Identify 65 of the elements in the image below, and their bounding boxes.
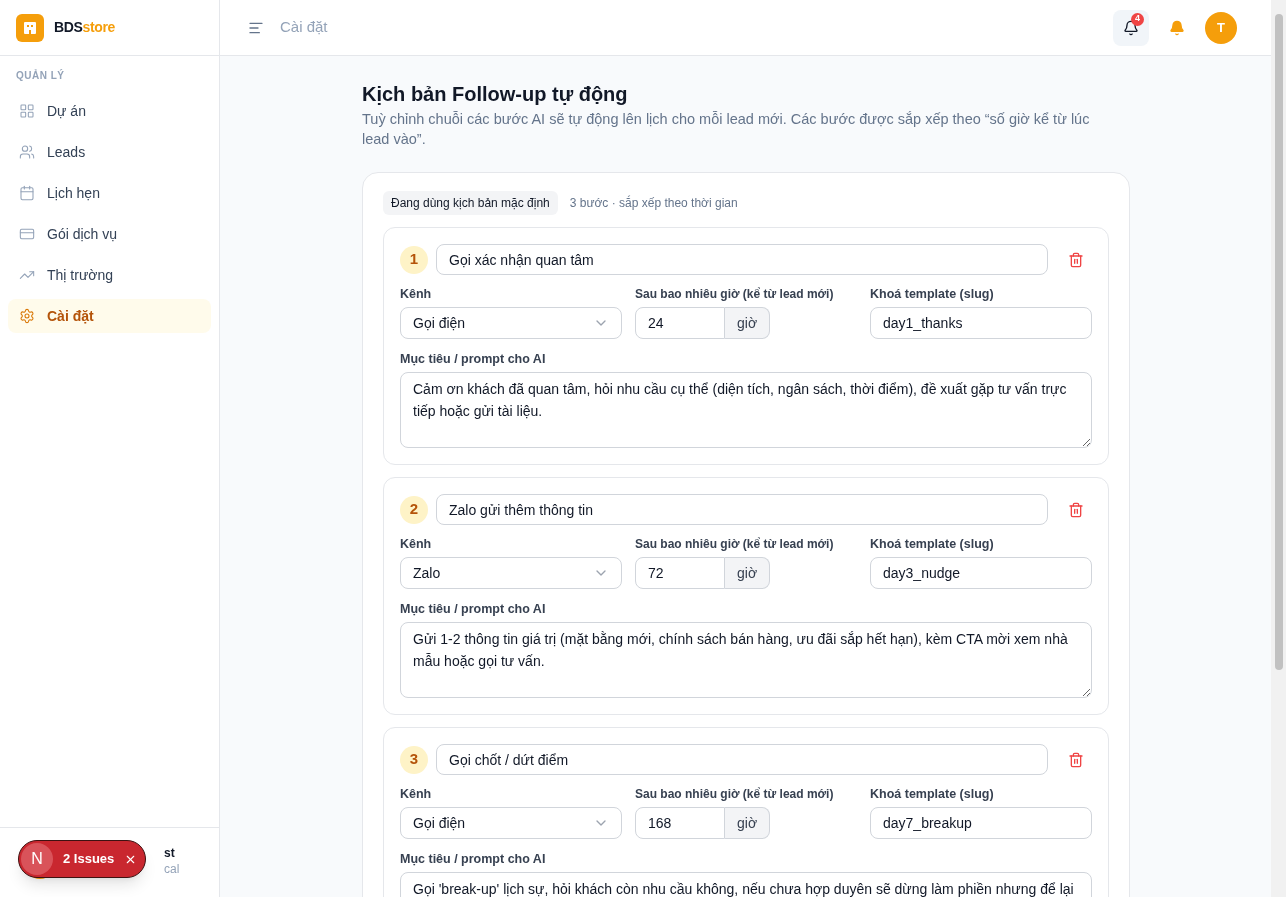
delete-icon[interactable] [1068,751,1084,768]
step-name-field[interactable]: Gọi chốt / dứt điểm [436,744,1048,775]
template-field[interactable]: day1_thanks [870,307,1092,339]
sidebar-item[interactable]: Dự án [8,94,211,128]
field-label: Sau bao nhiêu giờ (kể từ lead mới) [635,287,835,302]
status-tag: Đang dùng kịch bản mặc định [383,191,558,215]
unit-label: giờ [725,807,771,839]
section-title: QUẢN LÝ [15,68,66,83]
scrollbar[interactable] [1271,0,1286,897]
field-label: Khoá template (slug) [870,787,995,802]
sidebar-item[interactable]: Cài đặt [8,299,211,333]
page-title: Kịch bản Follow-up tự động [362,82,629,107]
sidebar-item[interactable]: Leads [8,135,211,169]
next-logo: N [21,843,53,875]
delete-icon[interactable] [1068,251,1084,268]
issues-badge[interactable]: N 2 Issues [18,840,146,878]
header-title: Cài đặt [280,17,328,38]
bell-icon[interactable] [1169,19,1185,36]
notification-button[interactable]: 4 [1113,9,1149,46]
step-name-field[interactable]: Zalo gửi thêm thông tin [436,494,1048,525]
issues-label: 2 Issues [63,850,115,869]
field-label: Kênh [400,287,433,302]
card-icon [19,226,35,242]
step-number: 2 [400,495,428,524]
prompt-field[interactable]: Cảm ơn khách đã quan tâm, hỏi nhu cầu cụ thể (diện tích, ngân sách, thời điểm), đề xuất gặp tư vấn trực tiếp hoặc gửi tài liệu. [400,372,1092,448]
hours-field[interactable]: 168 [635,807,725,839]
hours-field[interactable]: 24 [635,307,725,339]
field-label: Kênh [400,537,433,552]
logo-icon [16,13,44,42]
field-label: Mục tiêu / prompt cho AI [400,602,546,617]
field-label: Khoá template (slug) [870,537,995,552]
users-icon [19,144,35,160]
field-label: Sau bao nhiêu giờ (kể từ lead mới) [635,537,835,552]
user-subtitle: cal [164,860,180,877]
steps-summary: 3 bước · sắp xếp theo thời gian [569,194,738,212]
user-name: st [164,844,176,861]
field-label: Mục tiêu / prompt cho AI [400,352,546,367]
field-label: Mục tiêu / prompt cho AI [400,852,546,867]
template-field[interactable]: day3_nudge [870,557,1092,589]
brand-name: BDSstore [54,18,115,37]
field-label: Khoá template (slug) [870,287,995,302]
notification-count: 4 [1131,12,1144,26]
prompt-field[interactable]: Gọi 'break-up' lịch sự, hỏi khách còn nhu cầu không, nếu chưa hợp duyên sẽ dừng làm phiền nhưng để lại [400,872,1092,897]
delete-icon[interactable] [1068,501,1084,518]
channel-select[interactable]: Gọi điện [400,807,622,839]
sidebar-item[interactable]: Gói dịch vụ [8,217,211,251]
unit-label: giờ [725,307,771,339]
channel-select[interactable]: Zalo [400,557,622,589]
calendar-icon [19,185,35,201]
settings-icon [19,308,35,324]
unit-label: giờ [725,557,771,589]
template-field[interactable]: day7_breakup [870,807,1092,839]
sidebar-item[interactable]: Thị trường [8,258,211,292]
sidebar-item[interactable]: Lịch hẹn [8,176,211,210]
step-number: 3 [400,745,428,774]
hours-field[interactable]: 72 [635,557,725,589]
step-number: 1 [400,245,428,274]
grid-icon [19,103,35,119]
field-label: Kênh [400,787,433,802]
field-label: Sau bao nhiêu giờ (kể từ lead mới) [635,787,835,802]
step-name-field[interactable]: Gọi xác nhận quan tâm [436,244,1048,275]
channel-select[interactable]: Gọi điện [400,307,622,339]
prompt-field[interactable]: Gửi 1-2 thông tin giá trị (mặt bằng mới, chính sách bán hàng, ưu đãi sắp hết hạn), kèm CTA mời xem nhà mẫu hoặc gọi tư vấn. [400,622,1092,698]
page-description: Tuỳ chỉnh chuỗi các bước AI sẽ tự động lên lịch cho mỗi lead mới. Các bước được sắp xếp theo “số giờ kể từ lúc lead vào”. [362,110,1091,149]
bell-icon [1123,19,1139,36]
